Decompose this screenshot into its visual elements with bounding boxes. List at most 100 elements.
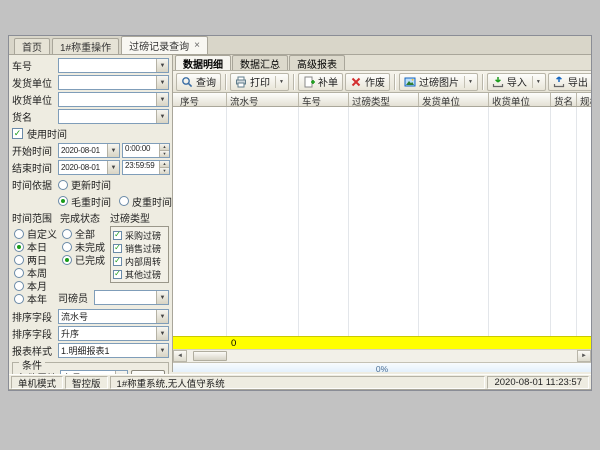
chevron-down-icon[interactable]: ▼ [156,291,168,304]
tab-weigh-record-query[interactable]: 过磅记录查询 × [121,36,208,54]
internal-transfer-label: 内部周转 [125,255,161,268]
radio-update-time[interactable]: 更新时间 [58,177,111,192]
tab-data-summary[interactable]: 数据汇总 [232,55,288,70]
radio-finished-label: 已完成 [75,252,105,267]
weigh-photos-button[interactable]: 过磅图片 ▼ [399,73,478,91]
report-style-label: 报表样式 [12,343,58,358]
check-icon: ✓ [114,231,121,239]
horizontal-scrollbar[interactable]: ◄ ► [173,349,591,362]
query-button[interactable]: 查询 [176,73,221,91]
chevron-down-icon[interactable]: ▼ [464,76,473,88]
checkbox-sales-weigh[interactable]: ✓ 销售过磅 [113,242,166,254]
tab-home[interactable]: 首页 [14,38,50,54]
tab-data-detail[interactable]: 数据明细 [175,55,231,70]
check-icon: ✓ [114,244,121,252]
shipper-select[interactable]: ▼ [58,75,169,90]
toolbar-separator [482,74,483,90]
column-header-receiver[interactable]: 收货单位 [489,93,551,106]
close-tab-icon[interactable]: × [194,41,200,51]
chevron-down-icon[interactable]: ▼ [532,76,541,88]
scroll-left-icon[interactable]: ◄ [173,350,187,362]
radio-unfinished[interactable]: 未完成 [62,241,108,252]
chevron-down-icon[interactable]: ▼ [156,93,168,106]
void-button[interactable]: 作废 [345,73,390,91]
radio-tare-time[interactable]: 皮重时间 [119,194,172,209]
column-header-shipper[interactable]: 发货单位 [419,93,489,106]
spin-up-icon[interactable]: ▲ [160,144,169,151]
report-style-select[interactable]: 1.明细报表1 ▼ [58,343,169,358]
chevron-down-icon[interactable]: ▼ [156,344,168,357]
sort-field-select[interactable]: 流水号 ▼ [58,309,169,324]
toolbar-separator [394,74,395,90]
checkbox-icon: ✓ [113,244,122,253]
progress-strip: 0% [173,362,591,374]
sales-weigh-label: 销售过磅 [125,242,161,255]
main-panel: 数据明细 数据汇总 高级报表 查询 [173,55,591,374]
column-header-weigh-type[interactable]: 过磅类型 [349,93,419,106]
goods-label: 货名 [12,109,58,124]
start-date-picker[interactable]: 2020-08-01 ▼ [58,143,120,158]
column-header-serial[interactable]: 流水号 [227,93,299,106]
chevron-down-icon[interactable]: ▼ [156,327,168,340]
scrollbar-thumb[interactable] [193,351,227,361]
radio-this-week[interactable]: 本周 [14,267,60,278]
use-time-checkbox[interactable]: ✓ [12,128,23,139]
end-time-spinner[interactable]: 23:59:59 ▲ ▼ [122,160,170,175]
tab-advanced-report[interactable]: 高级报表 [289,55,345,70]
receiver-select[interactable]: ▼ [58,92,169,107]
checkbox-internal-transfer[interactable]: ✓ 内部周转 [113,255,166,267]
column-header-spec[interactable]: 规格 [577,93,591,106]
sort-order-select[interactable]: 升序 ▼ [58,326,169,341]
condition-group-label: 条件 [19,357,45,372]
radio-today[interactable]: 本日 [14,241,60,252]
grid-column [489,107,551,336]
supplement-button[interactable]: 补单 [298,73,343,91]
add-condition-button[interactable]: + 添加 [131,370,165,374]
import-button[interactable]: 导入 ▼ [487,73,546,91]
end-time-value: 23:59:59 [123,161,159,174]
column-header-vehicle[interactable]: 车号 [299,93,349,106]
radio-selected-icon [62,255,72,265]
spin-down-icon[interactable]: ▼ [160,168,169,174]
checkbox-other-weigh[interactable]: ✓ 其他过磅 [113,268,166,280]
radio-custom-range[interactable]: 自定义 [14,228,60,239]
sort-order-row: 排序字段 升序 ▼ [12,326,169,341]
radio-finished[interactable]: 已完成 [62,254,108,265]
column-header-goods[interactable]: 货名 [551,93,577,106]
add-condition-label: 添加 [142,371,161,375]
chevron-down-icon[interactable]: ▼ [107,161,119,174]
radio-this-month[interactable]: 本月 [14,280,60,291]
scrollbar-track[interactable] [187,350,577,362]
start-time-spinner[interactable]: 0:00:00 ▲ ▼ [122,143,170,158]
radio-this-year[interactable]: 本年 [14,293,60,304]
scroll-right-icon[interactable]: ► [577,350,591,362]
chevron-down-icon[interactable]: ▼ [156,59,168,72]
radio-icon [58,180,68,190]
end-date-picker[interactable]: 2020-08-01 ▼ [58,160,120,175]
tab-weigh-operation[interactable]: 1#称重操作 [52,38,119,54]
chevron-down-icon[interactable]: ▼ [275,76,284,88]
condition-attr-select[interactable]: 车号 ▼ [60,370,128,374]
chevron-down-icon[interactable]: ▼ [156,76,168,89]
print-button[interactable]: 打印 ▼ [230,73,289,91]
print-button-label: 打印 [250,74,270,89]
spin-down-icon[interactable]: ▼ [160,151,169,157]
weigher-select[interactable]: ▼ [94,290,169,305]
spin-up-icon[interactable]: ▲ [160,161,169,168]
chevron-down-icon[interactable]: ▼ [107,144,119,157]
vehicle-filter-row: 车号 ▼ [12,58,169,73]
chevron-down-icon[interactable]: ▼ [115,371,127,374]
radio-all[interactable]: 全部 [62,228,108,239]
radio-gross-time[interactable]: 毛重时间 [58,194,111,209]
vehicle-select[interactable]: ▼ [58,58,169,73]
check-icon: ✓ [14,129,22,138]
chevron-down-icon[interactable]: ▼ [156,310,168,323]
export-button[interactable]: 导出 ▼ [548,73,591,91]
system-name: 1#称重系统,无人值守系统 [110,376,486,389]
goods-select[interactable]: ▼ [58,109,169,124]
checkbox-purchase-weigh[interactable]: ✓ 采购过磅 [113,229,166,241]
radio-two-days[interactable]: 两日 [14,254,60,265]
column-header-index[interactable]: 序号 [177,93,227,106]
chevron-down-icon[interactable]: ▼ [156,110,168,123]
grid-body[interactable] [173,107,591,336]
